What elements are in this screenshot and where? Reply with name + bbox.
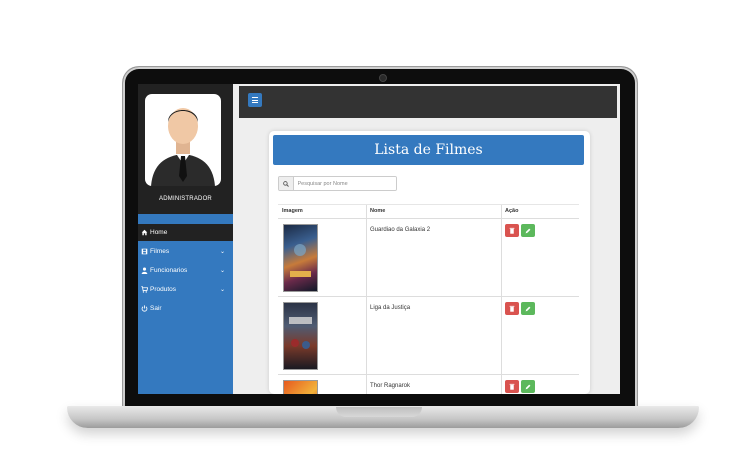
- search-input[interactable]: [293, 177, 396, 190]
- chevron-down-icon: ⌄: [219, 287, 225, 293]
- hamburger-line: [252, 99, 258, 101]
- home-icon: [141, 229, 148, 236]
- sidebar-item-label: Home: [150, 229, 168, 236]
- sidebar-item-label: Sair: [150, 305, 162, 312]
- chevron-down-icon: ⌄: [219, 249, 225, 255]
- screen: ADMINISTRADOR Home Filmes ⌄ Funcionarios: [138, 84, 620, 394]
- column-divider: [366, 297, 367, 374]
- power-icon: [141, 305, 148, 312]
- delete-button[interactable]: [505, 302, 519, 315]
- pencil-icon: [525, 384, 531, 389]
- menu-toggle-button[interactable]: [248, 93, 262, 107]
- delete-button[interactable]: [505, 224, 519, 237]
- column-divider: [366, 219, 367, 296]
- column-divider: [501, 205, 502, 218]
- column-divider: [501, 219, 502, 296]
- film-icon: [141, 248, 148, 255]
- sidebar-item-label: Filmes: [150, 248, 170, 255]
- movie-poster: [283, 380, 318, 394]
- edit-button[interactable]: [521, 224, 535, 237]
- trash-icon: [509, 227, 515, 234]
- pencil-icon: [525, 228, 531, 233]
- pencil-icon: [525, 306, 531, 311]
- table-row: Thor Ragnarok: [278, 375, 579, 394]
- column-divider: [501, 375, 502, 394]
- sidebar-item-funcionarios[interactable]: Funcionarios ⌄: [138, 262, 233, 279]
- user-avatar-icon: [151, 108, 215, 186]
- delete-button[interactable]: [505, 380, 519, 393]
- sidebar-item-label: Produtos: [150, 286, 177, 293]
- camera-icon: [379, 74, 387, 82]
- trash-icon: [509, 383, 515, 390]
- edit-button[interactable]: [521, 380, 535, 393]
- column-divider: [366, 375, 367, 394]
- chevron-down-icon: ⌄: [219, 268, 225, 274]
- cart-icon: [141, 286, 149, 293]
- top-bar: [239, 86, 617, 118]
- sidebar-item-label: Funcionarios: [150, 267, 188, 274]
- header-acao: Ação: [505, 208, 519, 214]
- sidebar-nav: Home Filmes ⌄ Funcionarios ⌄ Produtos ⌄ …: [138, 214, 233, 394]
- header-imagem: Imagem: [282, 208, 303, 214]
- sidebar-item-home[interactable]: Home: [138, 224, 233, 241]
- user-icon: [141, 267, 148, 274]
- table-row: Liga da Justiça: [278, 297, 579, 375]
- movie-name: Guardiao da Galaxia 2: [370, 227, 431, 233]
- hamburger-icon: [252, 97, 258, 98]
- header-nome: Nome: [370, 208, 386, 214]
- sidebar-item-sair[interactable]: Sair: [138, 300, 233, 317]
- search-icon: [279, 177, 294, 190]
- column-divider: [501, 297, 502, 374]
- movie-poster: [283, 224, 318, 292]
- sidebar-item-filmes[interactable]: Filmes ⌄: [138, 243, 233, 260]
- sidebar: ADMINISTRADOR Home Filmes ⌄ Funcionarios: [138, 84, 233, 394]
- table-row: Guardiao da Galaxia 2: [278, 219, 579, 297]
- laptop-notch: [336, 407, 422, 417]
- sidebar-item-produtos[interactable]: Produtos ⌄: [138, 281, 233, 298]
- hamburger-line: [252, 102, 258, 103]
- edit-button[interactable]: [521, 302, 535, 315]
- table-header: Imagem Nome Ação: [278, 204, 579, 219]
- movie-name: Thor Ragnarok: [370, 383, 411, 389]
- films-table: Imagem Nome Ação Guardiao da Galaxia 2 L…: [278, 204, 579, 394]
- column-divider: [366, 205, 367, 218]
- films-panel: Lista de Filmes Imagem Nome Ação: [269, 131, 590, 394]
- movie-poster: [283, 302, 318, 370]
- page-title: Lista de Filmes: [273, 135, 584, 165]
- search-box: [278, 176, 397, 191]
- trash-icon: [509, 305, 515, 312]
- avatar: [145, 94, 221, 186]
- movie-name: Liga da Justiça: [370, 305, 411, 311]
- user-label: ADMINISTRADOR: [159, 196, 212, 202]
